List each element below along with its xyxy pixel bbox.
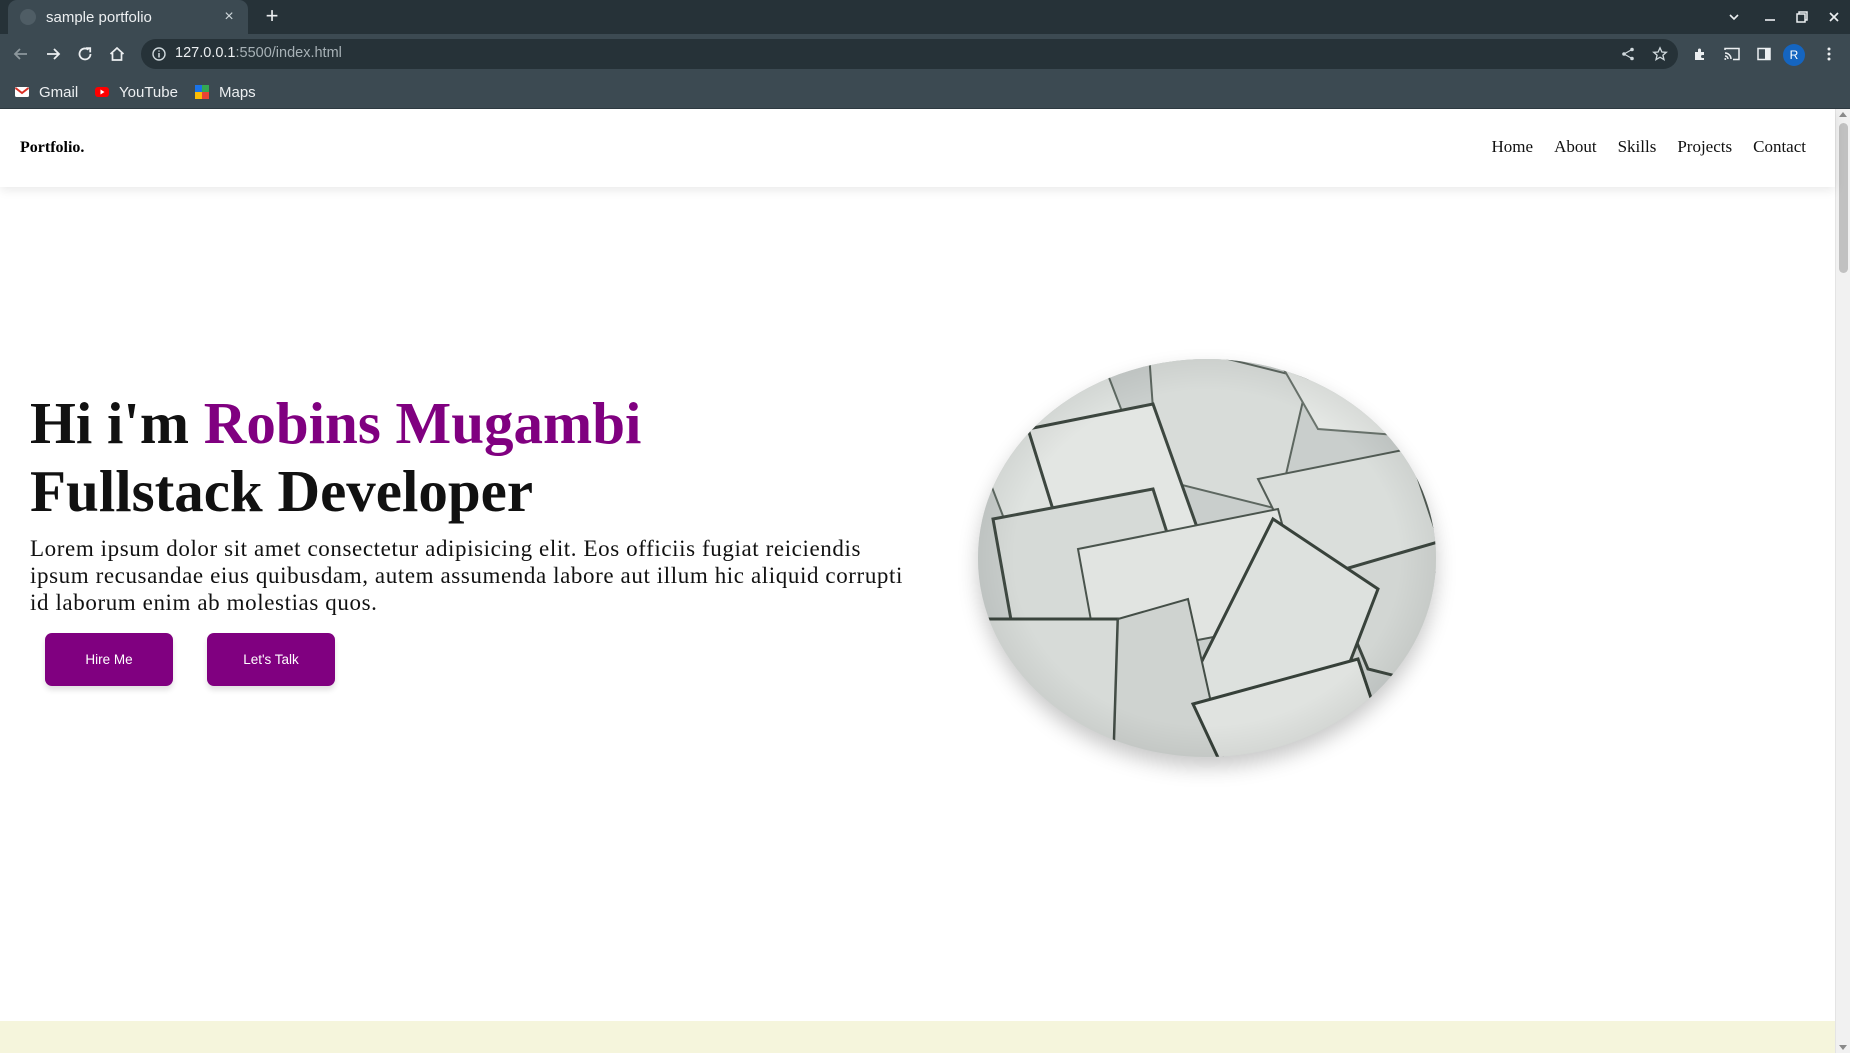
minimize-icon[interactable] [1754,0,1786,34]
nav-link-skills[interactable]: Skills [1618,137,1657,157]
side-panel-icon[interactable] [1750,40,1778,68]
hero-role: Fullstack Developer [30,458,534,524]
new-tab-button[interactable]: + [258,3,286,31]
hero-profile-image [978,359,1436,757]
hero-description: Lorem ipsum dolor sit amet consectetur a… [30,536,903,615]
back-icon[interactable] [7,40,35,68]
close-window-icon[interactable] [1818,0,1850,34]
globe-icon [20,9,36,25]
scrollbar-thumb[interactable] [1839,123,1848,273]
restore-icon[interactable] [1786,0,1818,34]
bookmark-label: YouTube [119,83,178,101]
scroll-up-arrow-icon[interactable] [1839,112,1847,117]
bookmark-star-icon[interactable] [1649,43,1671,65]
close-tab-icon[interactable]: × [220,8,238,26]
browser-tab[interactable]: sample portfolio × [8,0,248,34]
menu-kebab-icon[interactable] [1815,40,1843,68]
window-controls [1718,0,1850,34]
tab-search-icon[interactable] [1718,0,1750,34]
browser-toolbar: 127.0.0.1:5500/index.html R [0,34,1850,74]
url-text: 127.0.0.1:5500/index.html [175,45,342,61]
bookmarks-bar: Gmail YouTube Maps [0,74,1850,109]
hire-me-button[interactable]: Hire Me [45,633,173,686]
nav-link-about[interactable]: About [1554,137,1597,157]
address-bar[interactable]: 127.0.0.1:5500/index.html [141,39,1678,69]
bookmark-label: Maps [219,83,256,101]
reload-icon[interactable] [71,40,99,68]
site-logo[interactable]: Portfolio. [20,139,84,157]
bookmark-label: Gmail [39,83,79,101]
home-icon[interactable] [103,40,131,68]
bookmark-youtube[interactable]: YouTube [94,82,178,102]
share-icon[interactable] [1617,43,1639,65]
forward-icon[interactable] [39,40,67,68]
youtube-icon [94,84,110,100]
gmail-icon [14,84,30,100]
scroll-down-arrow-icon[interactable] [1839,1045,1847,1050]
hero-greeting: Hi i'm [30,390,189,456]
bookmark-gmail[interactable]: Gmail [14,82,78,102]
browser-tab-strip: sample portfolio × + [0,0,1850,34]
site-navbar: Portfolio. Home About Skills Projects Co… [0,109,1835,187]
nav-link-home[interactable]: Home [1492,137,1534,157]
about-section-top [0,1021,1835,1053]
page-viewport: Portfolio. Home About Skills Projects Co… [0,109,1850,1053]
maps-icon [194,84,210,100]
site-info-icon[interactable] [151,46,167,62]
cast-icon[interactable] [1718,40,1746,68]
hero-heading: Hi i'm Robins Mugambi Fullstack Develope… [30,389,641,525]
extensions-icon[interactable] [1686,40,1714,68]
bookmark-maps[interactable]: Maps [194,82,256,102]
profile-avatar[interactable]: R [1783,44,1805,66]
nav-link-projects[interactable]: Projects [1677,137,1732,157]
nav-link-contact[interactable]: Contact [1753,137,1806,157]
url-path: :5500/index.html [235,45,342,61]
paper-cards-image [978,359,1436,757]
page-scrollbar[interactable] [1835,109,1850,1053]
hero-name: Robins Mugambi [203,390,642,456]
tab-title: sample portfolio [46,8,152,26]
lets-talk-button[interactable]: Let's Talk [207,633,335,686]
url-host: 127.0.0.1 [175,45,236,61]
nav-links: Home About Skills Projects Contact [1492,137,1806,157]
